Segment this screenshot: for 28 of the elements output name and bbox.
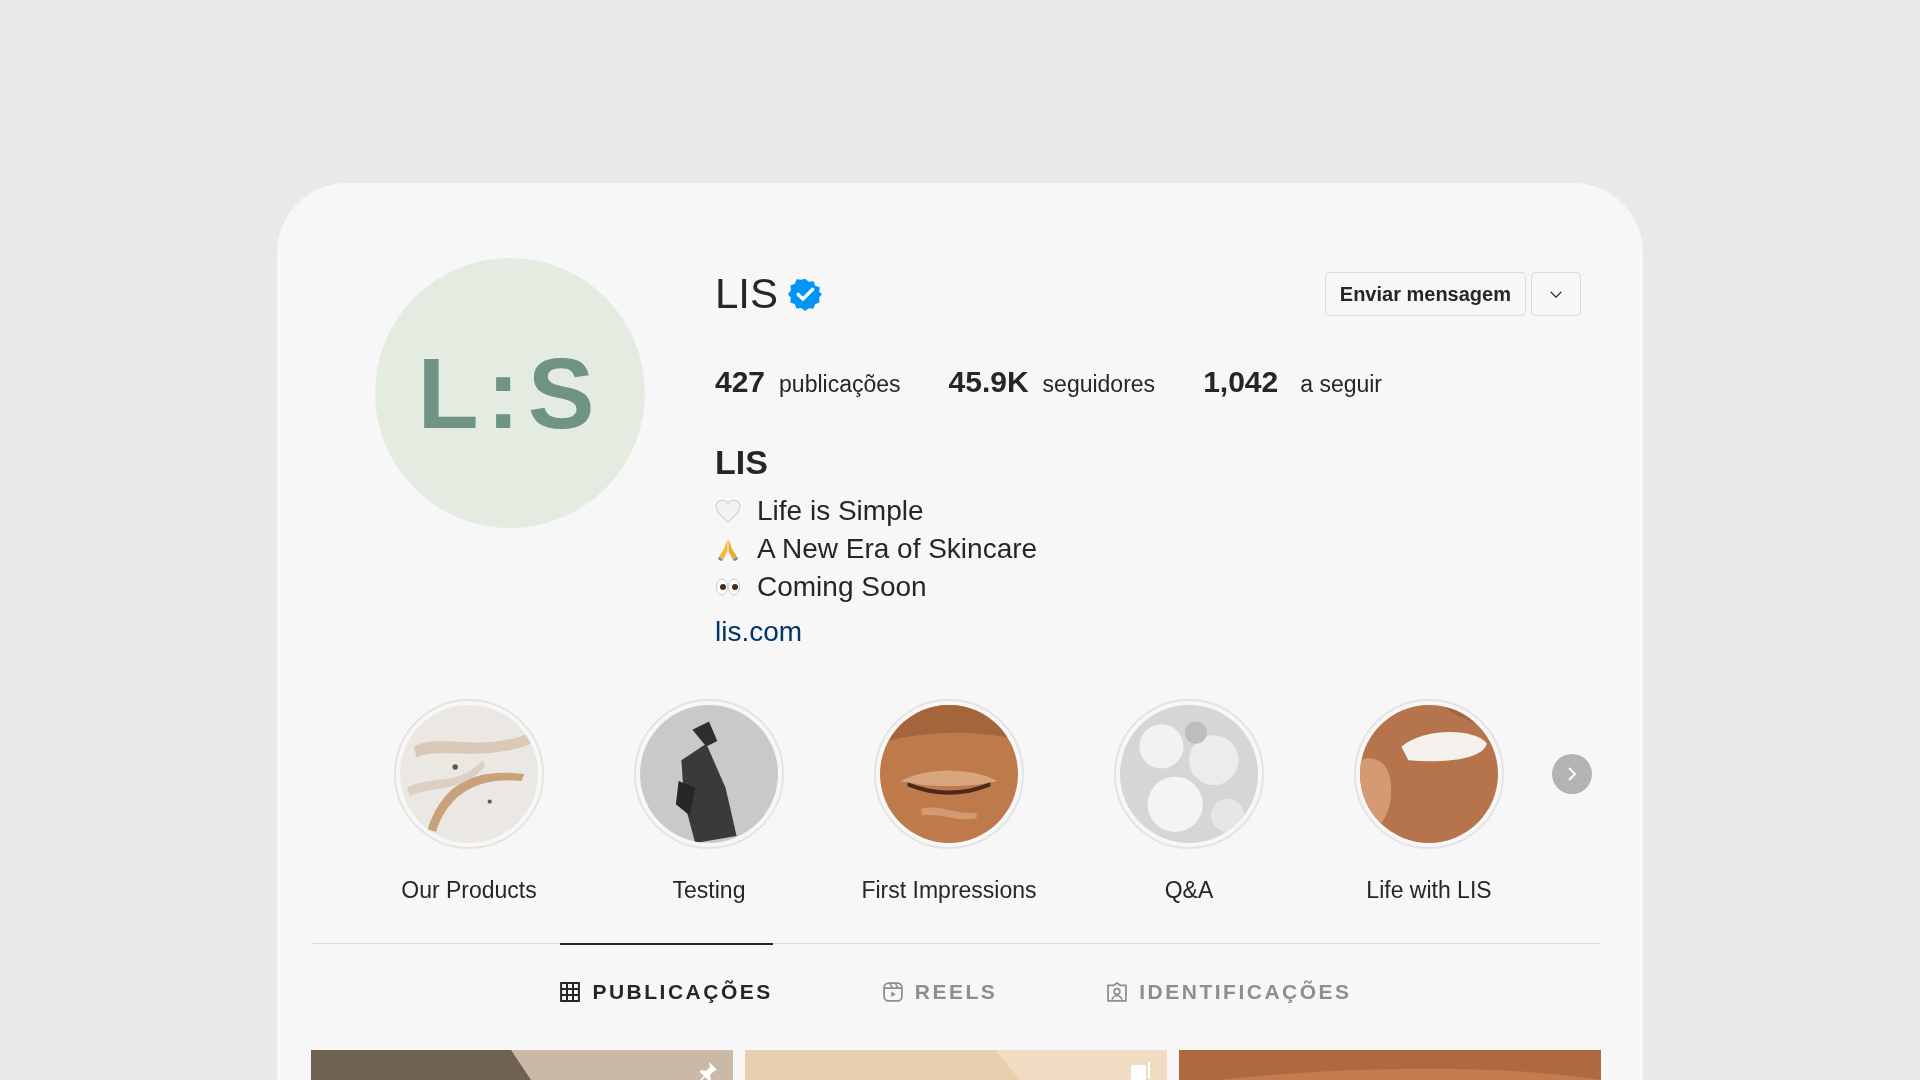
stat-label[interactable]: seguidores xyxy=(1042,371,1156,398)
highlight-label[interactable]: Testing xyxy=(672,877,746,904)
chevron-down-icon xyxy=(1549,289,1563,299)
reels-icon xyxy=(882,981,903,1002)
message-button[interactable]: Enviar mensagem xyxy=(1324,272,1526,316)
username: LIS xyxy=(715,270,779,318)
praying-hands-icon xyxy=(715,537,741,561)
chevron-right-icon xyxy=(1567,766,1577,782)
highlight-label[interactable]: Q&A xyxy=(1164,877,1214,904)
bio-line: A New Era of Skincare xyxy=(757,533,1038,565)
tagged-person-icon xyxy=(1107,981,1128,1002)
bio-line: Life is Simple xyxy=(757,495,924,527)
stat-value[interactable]: 427 xyxy=(715,365,766,399)
website-link[interactable]: lis.com xyxy=(715,616,803,648)
highlight-label[interactable]: First Impressions xyxy=(861,877,1037,904)
stat-label[interactable]: publicações xyxy=(779,371,901,398)
profile-name: LIS xyxy=(715,443,769,482)
heart-icon xyxy=(715,499,741,523)
next-button[interactable] xyxy=(1552,754,1592,794)
eyes-icon xyxy=(715,575,741,599)
bio-line: Coming Soon xyxy=(757,571,927,603)
grid-icon xyxy=(560,981,581,1002)
stat-label[interactable]: a seguir xyxy=(1300,371,1383,398)
highlight-label[interactable]: Our Products xyxy=(401,877,537,904)
stat-value[interactable]: 45.9K xyxy=(948,365,1029,399)
highlight-label[interactable]: Life with LIS xyxy=(1366,877,1492,904)
stat-value[interactable]: 1,042 xyxy=(1203,365,1279,399)
multiple-images-icon xyxy=(1129,1059,1153,1080)
